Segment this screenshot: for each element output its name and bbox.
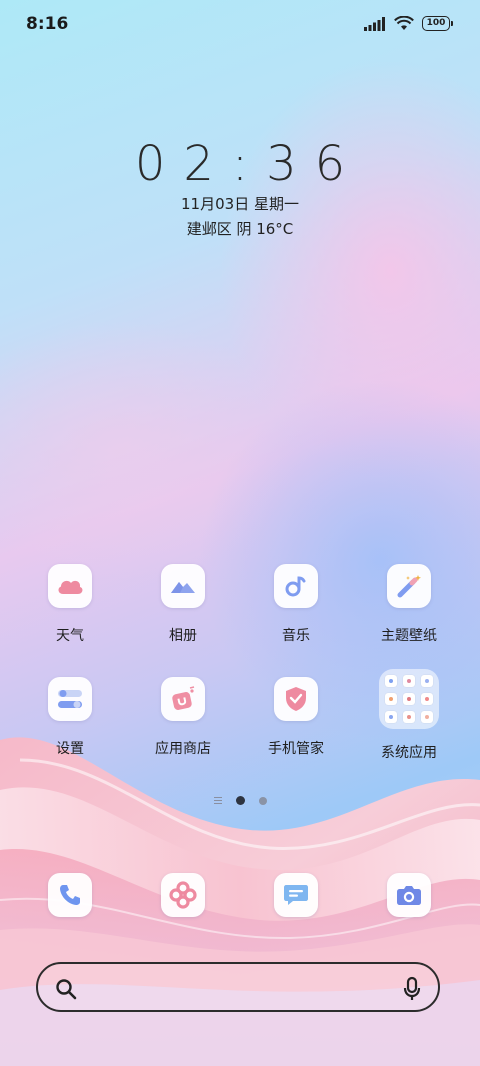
security-shield-icon	[274, 677, 318, 721]
app-weather[interactable]: 天气	[20, 564, 120, 645]
app-label: 系统应用	[381, 745, 437, 761]
app-gallery[interactable]: 相册	[133, 564, 233, 645]
search-input[interactable]	[90, 974, 384, 1002]
app-settings[interactable]: 设置	[20, 677, 120, 758]
home-menu-icon[interactable]	[213, 796, 222, 805]
signal-icon	[364, 16, 385, 31]
phone-icon	[60, 885, 80, 905]
wifi-icon	[394, 16, 414, 30]
message-icon	[284, 885, 308, 905]
browser-knot-icon	[169, 881, 197, 909]
app-system-folder[interactable]: 系统应用	[359, 669, 459, 762]
camera-icon	[397, 886, 421, 905]
app-label: 手机管家	[268, 741, 324, 757]
dock-browser[interactable]	[161, 873, 205, 917]
theme-wand-icon	[387, 564, 431, 608]
weather-cloud-icon	[48, 564, 92, 608]
app-store-bag-icon	[161, 677, 205, 721]
music-note-icon	[274, 564, 318, 608]
dock-phone[interactable]	[48, 873, 92, 917]
app-label: 天气	[56, 628, 84, 644]
folder-grid-icon	[379, 669, 439, 729]
clock-weather[interactable]: 建邺区 阴 16°C	[0, 218, 480, 239]
app-label: 音乐	[282, 628, 310, 644]
settings-toggle-icon	[48, 677, 92, 721]
page-dot[interactable]	[258, 796, 267, 805]
search-bar[interactable]	[36, 962, 440, 1012]
dock-messages[interactable]	[274, 873, 318, 917]
page-dot-active[interactable]	[235, 796, 245, 805]
app-label: 相册	[169, 628, 197, 644]
gallery-mountain-icon	[161, 564, 205, 608]
app-label: 设置	[56, 741, 84, 757]
status-icons: 100	[364, 16, 453, 31]
clock-time[interactable]: 02:36	[0, 136, 480, 192]
search-icon	[56, 979, 77, 1000]
mic-icon[interactable]	[402, 976, 422, 1002]
status-bar: 8:16 100	[0, 0, 480, 48]
home-screen: 8:16 100 02:36 11月03日 星期一 建邺区 阴 16°C 天气 …	[0, 0, 480, 1066]
status-time: 8:16	[26, 14, 69, 34]
app-label: 主题壁纸	[381, 628, 437, 644]
clock-date[interactable]: 11月03日 星期一	[0, 193, 480, 214]
battery-icon: 100	[422, 16, 453, 31]
dock-camera[interactable]	[387, 873, 431, 917]
app-label: 应用商店	[155, 741, 211, 757]
app-phone-manager[interactable]: 手机管家	[246, 677, 346, 758]
app-music[interactable]: 音乐	[246, 564, 346, 645]
app-store[interactable]: 应用商店	[133, 677, 233, 758]
page-indicator[interactable]	[0, 796, 480, 805]
app-themes[interactable]: 主题壁纸	[359, 564, 459, 645]
